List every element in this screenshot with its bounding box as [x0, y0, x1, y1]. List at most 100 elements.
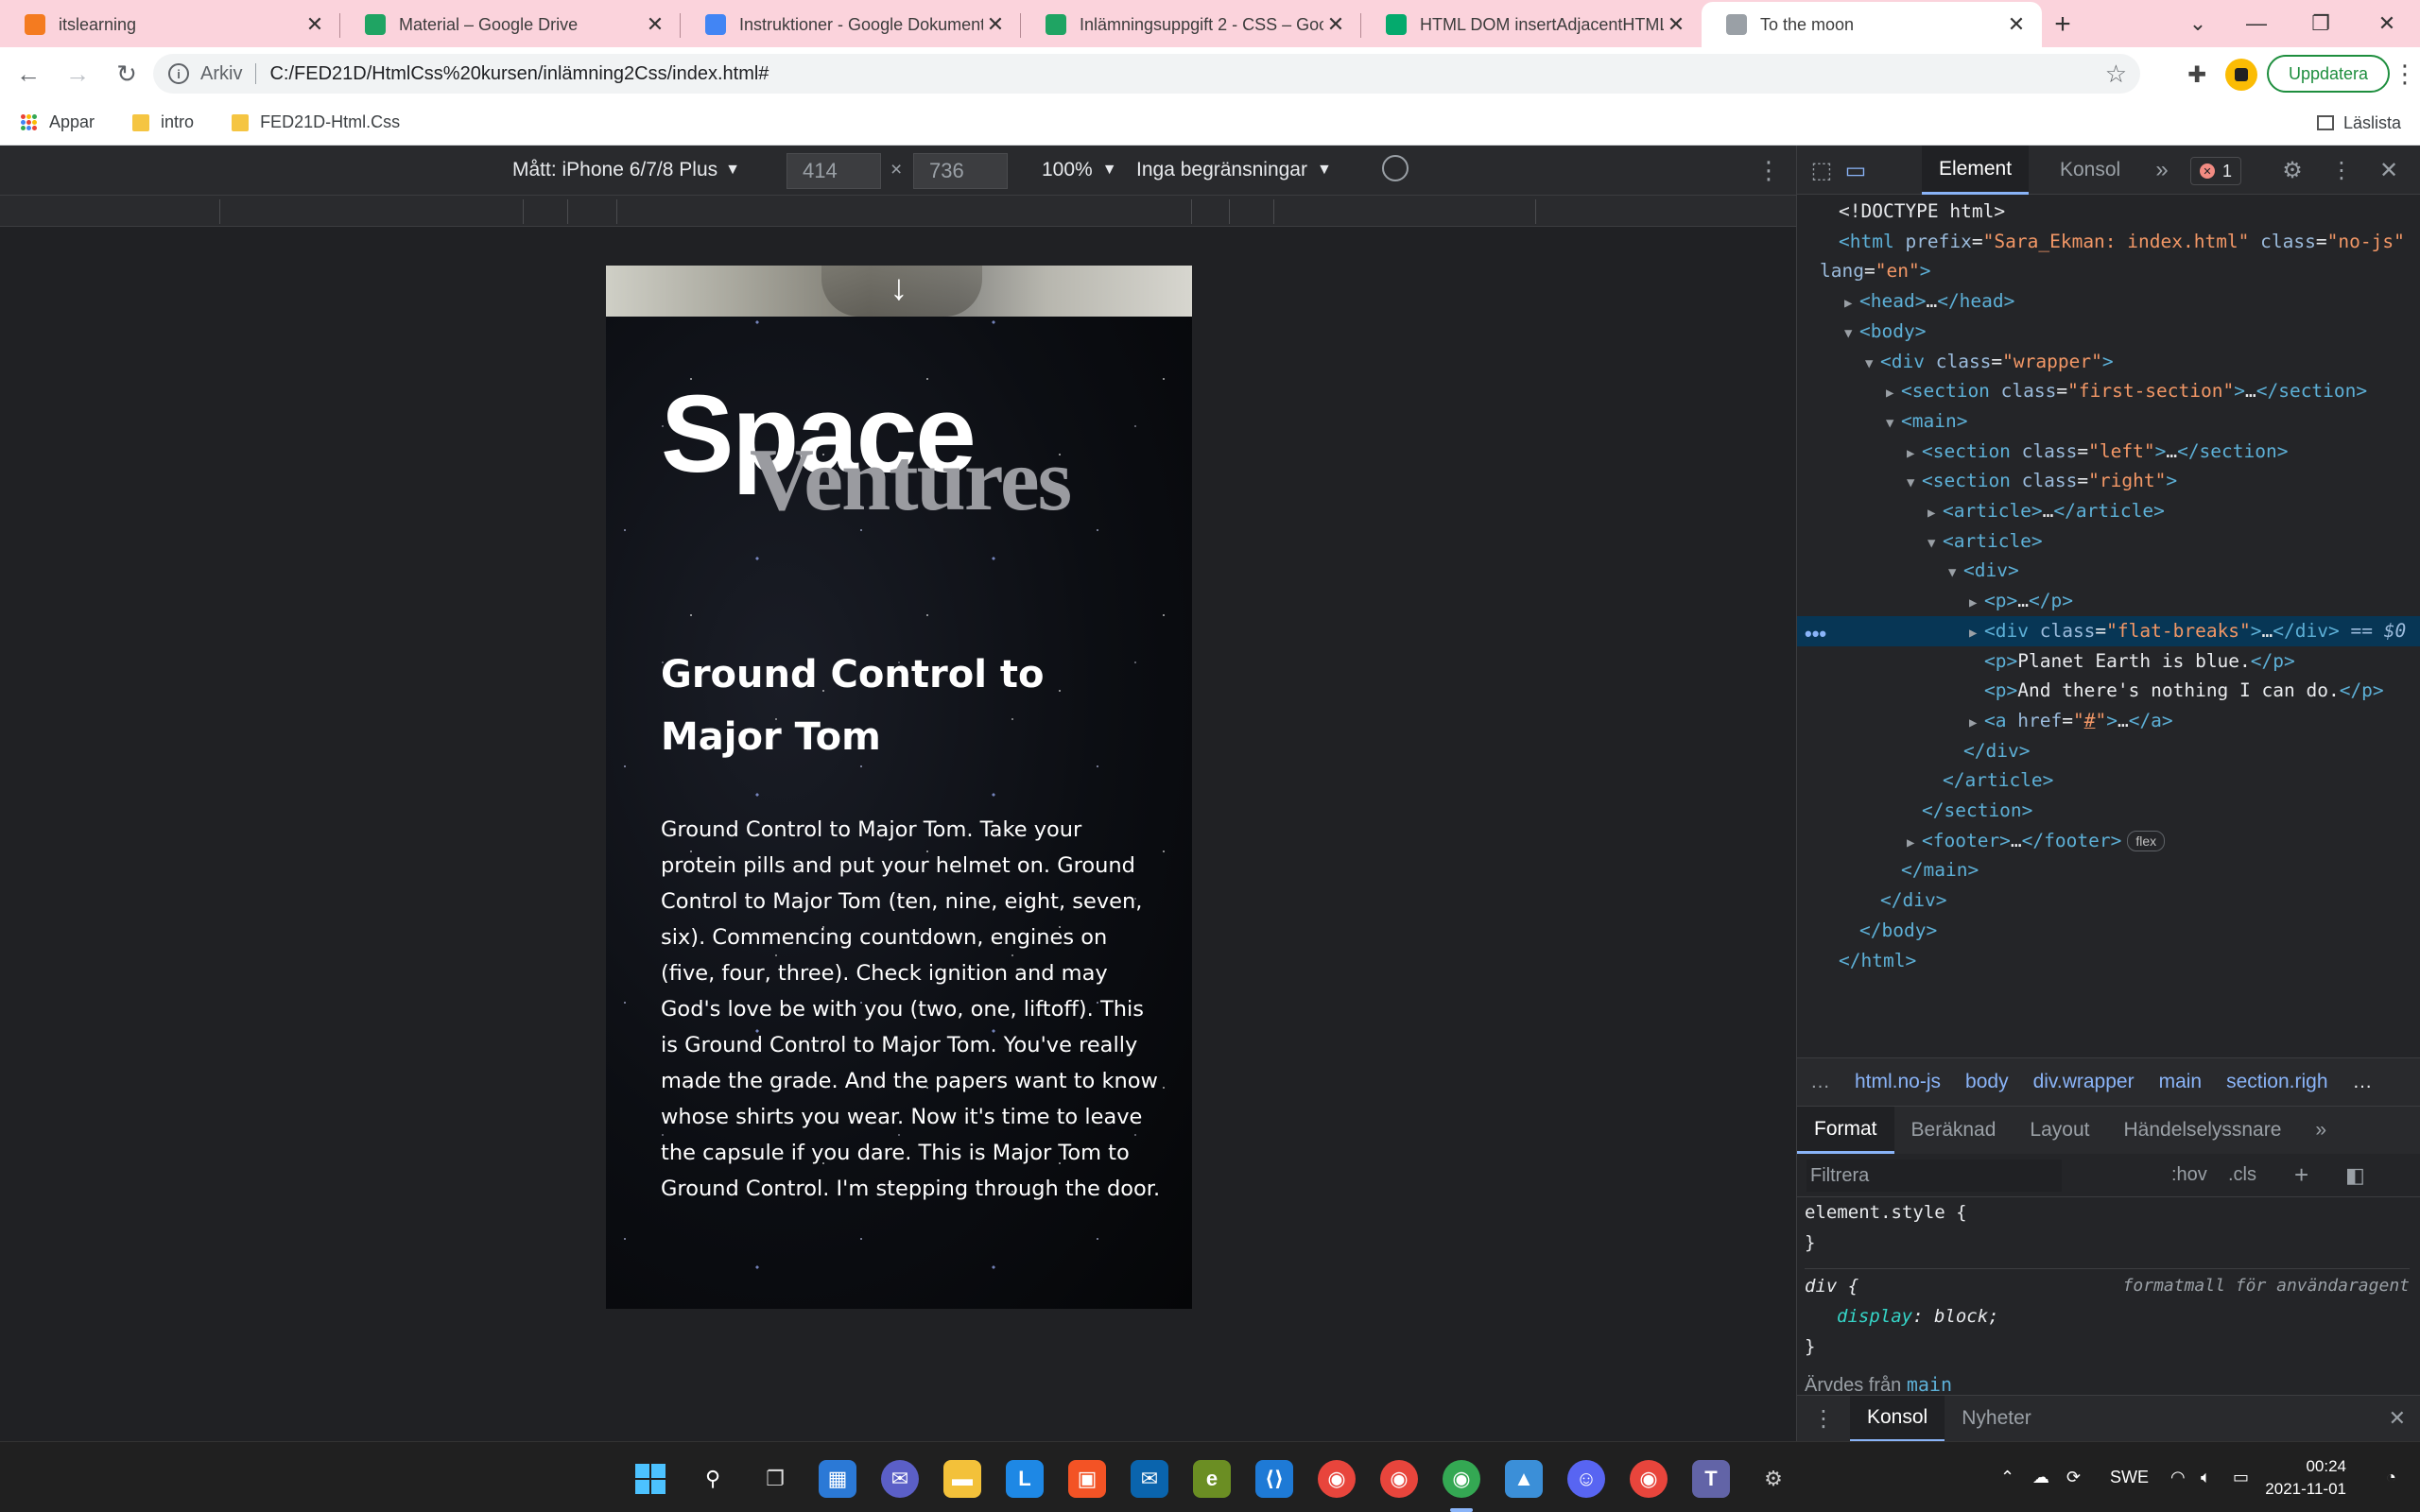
settings-gear-icon[interactable]: ⚙ — [1754, 1460, 1792, 1498]
tab-search-icon[interactable]: ⌄ — [2165, 0, 2231, 47]
tab-close-icon[interactable]: ✕ — [2004, 12, 2029, 37]
dom-node[interactable]: ▼ <div> — [1797, 556, 2420, 586]
avatar[interactable] — [2225, 59, 2257, 91]
dom-node[interactable]: </article> — [1797, 765, 2420, 796]
inherited-from-link[interactable]: main — [1907, 1373, 1952, 1396]
styles-filter-input[interactable]: Filtrera — [1806, 1160, 2062, 1192]
dom-node[interactable]: <p>Planet Earth is blue.</p> — [1797, 646, 2420, 677]
drawer-tab-console[interactable]: Konsol — [1850, 1395, 1945, 1442]
chrome-icon[interactable]: ◉ — [1318, 1460, 1356, 1498]
viewport-width-input[interactable]: 414 — [786, 153, 881, 189]
bookmark-star-icon[interactable]: ☆ — [2105, 60, 2127, 89]
dom-node[interactable]: ▶ <article>…</article> — [1797, 496, 2420, 526]
expand-triangle-icon[interactable]: ▶ — [1907, 438, 1922, 467]
sync-icon[interactable]: ⟳ — [2066, 1442, 2081, 1512]
devtools-menu-icon[interactable]: ⋮ — [2326, 155, 2357, 185]
breadcrumb-item[interactable]: … — [1810, 1071, 1830, 1093]
forward-icon[interactable]: → — [57, 53, 98, 94]
expand-triangle-icon[interactable]: ▶ — [1969, 618, 1984, 646]
breadcrumb-item[interactable]: html.no-js — [1855, 1071, 1941, 1093]
dom-node[interactable]: </div> — [1797, 736, 2420, 766]
dom-node[interactable]: </main> — [1797, 855, 2420, 885]
bookmark-item[interactable]: FED21D-Html.Css — [232, 112, 400, 132]
media-query-ruler[interactable] — [0, 195, 1796, 227]
tab-close-icon[interactable]: ✕ — [1323, 12, 1348, 37]
expand-triangle-icon[interactable]: ▶ — [1886, 378, 1901, 406]
expand-triangle-icon[interactable]: ▶ — [1844, 288, 1859, 317]
breadcrumb-item[interactable]: body — [1965, 1071, 2009, 1093]
collapse-triangle-icon[interactable]: ▼ — [1948, 558, 1963, 586]
dom-node[interactable]: ▶ <p>…</p> — [1797, 586, 2420, 616]
address-url[interactable]: C:/FED21D/HtmlCss%20kursen/inlämning2Css… — [269, 63, 769, 85]
battery-icon[interactable]: ▭ — [2233, 1442, 2249, 1512]
teams-icon[interactable]: T — [1692, 1460, 1730, 1498]
tab-elements[interactable]: Element — [1922, 146, 2030, 195]
collapse-triangle-icon[interactable]: ▼ — [1844, 318, 1859, 347]
element-style-selector[interactable]: element.style { — [1805, 1202, 1967, 1223]
css-property-value[interactable]: block; — [1934, 1306, 1999, 1327]
onedrive-icon[interactable]: ☁ — [2032, 1442, 2049, 1512]
dom-node[interactable]: ▶ <section class="left">…</section> — [1797, 437, 2420, 467]
toggle-sidebar-icon[interactable]: ◧ — [2345, 1163, 2365, 1188]
expand-triangle-icon[interactable]: ▶ — [1969, 588, 1984, 616]
browser-tab[interactable]: To the moon ✕ — [1702, 2, 2042, 47]
dom-node[interactable]: <!DOCTYPE html> — [1797, 197, 2420, 227]
dom-node[interactable]: ▶ <section class="first-section">…</secti… — [1797, 376, 2420, 406]
error-count-badge[interactable]: ✕ 1 — [2190, 157, 2241, 185]
search-icon[interactable]: ⚲ — [694, 1460, 732, 1498]
chrome-profile-2-icon[interactable]: ◉ — [1630, 1460, 1668, 1498]
css-property-name[interactable]: display — [1837, 1306, 1912, 1327]
close-icon[interactable]: ✕ — [2374, 155, 2404, 185]
dom-node[interactable]: ▼ <main> — [1797, 406, 2420, 437]
task-view-icon[interactable]: ❐ — [756, 1460, 794, 1498]
device-toggle-icon[interactable]: ▭ — [1841, 155, 1871, 185]
reload-icon[interactable]: ↻ — [106, 53, 147, 94]
zoom-select[interactable]: 100% ▼ — [1042, 146, 1117, 195]
bookmark-item[interactable]: Appar — [21, 112, 95, 132]
dom-node[interactable]: ▼ <section class="right"> — [1797, 466, 2420, 496]
breadcrumb-item[interactable]: section.righ — [2226, 1071, 2327, 1093]
hov-toggle[interactable]: :hov — [2171, 1164, 2207, 1186]
scroll-down-arrow-icon[interactable]: ↓ — [885, 269, 913, 307]
collapse-triangle-icon[interactable]: ▼ — [1907, 468, 1922, 496]
reading-list-button[interactable]: Läslista — [2316, 100, 2401, 146]
collapse-triangle-icon[interactable]: ▼ — [1886, 408, 1901, 437]
dom-node[interactable]: </body> — [1797, 916, 2420, 946]
styles-tab[interactable]: Händelselyssnare — [2106, 1107, 2298, 1154]
tab-close-icon[interactable]: ✕ — [643, 12, 667, 37]
browser-tab[interactable]: Inlämningsuppgift 2 - CSS – Goo ✕ — [1021, 2, 1361, 47]
wifi-icon[interactable]: ◠ — [2170, 1442, 2186, 1512]
tab-close-icon[interactable]: ✕ — [302, 12, 327, 37]
new-tab-icon[interactable]: + — [2042, 2, 2083, 47]
restore-icon[interactable]: ❐ — [2288, 0, 2354, 47]
cls-toggle[interactable]: .cls — [2228, 1164, 2256, 1186]
vscode-icon[interactable]: ⟨⟩ — [1255, 1460, 1293, 1498]
info-icon[interactable]: i — [168, 63, 189, 84]
tab-console[interactable]: Konsol — [2043, 146, 2137, 195]
update-button[interactable]: Uppdatera — [2267, 55, 2390, 93]
mail-icon[interactable]: ✉ — [1131, 1460, 1168, 1498]
chrome-profile-icon[interactable]: ◉ — [1380, 1460, 1418, 1498]
system-clock[interactable]: 00:24 2021-11-01 — [2265, 1455, 2346, 1501]
expand-triangle-icon[interactable]: ▶ — [1969, 708, 1984, 736]
address-bar[interactable]: i Arkiv C:/FED21D/HtmlCss%20kursen/inläm… — [153, 54, 2140, 94]
tab-close-icon[interactable]: ✕ — [983, 12, 1008, 37]
device-more-icon[interactable]: ⋮ — [1756, 146, 1781, 195]
browser-menu-icon[interactable]: ⋮ — [2393, 57, 2417, 91]
browser-tab[interactable]: Instruktioner - Google Dokument ✕ — [681, 2, 1021, 47]
browser-tab[interactable]: Material – Google Drive ✕ — [340, 2, 681, 47]
breadcrumb-item[interactable]: … — [2353, 1071, 2373, 1093]
rotate-icon[interactable] — [1382, 155, 1409, 181]
dom-node[interactable]: </section> — [1797, 796, 2420, 826]
window-close-icon[interactable]: ✕ — [2354, 0, 2420, 47]
dom-node[interactable]: </div> — [1797, 885, 2420, 916]
extensions-puzzle-icon[interactable]: ✚ — [2182, 60, 2212, 90]
bookmark-item[interactable]: intro — [132, 112, 194, 132]
back-icon[interactable]: ← — [8, 53, 49, 94]
breadcrumb-item[interactable]: main — [2159, 1071, 2203, 1093]
dom-node[interactable]: </html> — [1797, 946, 2420, 976]
collapse-triangle-icon[interactable]: ▼ — [1865, 349, 1880, 377]
dom-node[interactable]: ▶ <footer>…</footer> flex — [1797, 826, 2420, 856]
file-explorer-icon[interactable]: ▬ — [943, 1460, 981, 1498]
more-styles-tabs-icon[interactable]: » — [2298, 1107, 2343, 1154]
